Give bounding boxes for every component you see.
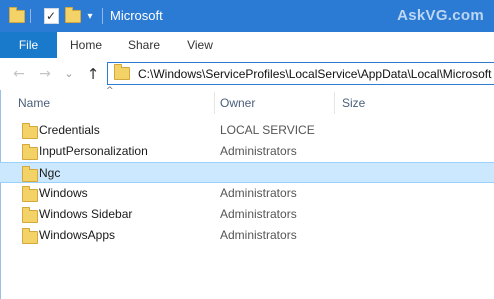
folder-icon: [22, 123, 38, 139]
folder-icon: [22, 186, 38, 202]
file-name: Ngc: [39, 166, 61, 180]
quick-access-divider: [30, 9, 31, 23]
address-path[interactable]: C:\Windows\ServiceProfiles\LocalService\…: [138, 67, 491, 81]
ribbon-tabs: File Home Share View: [0, 32, 494, 59]
column-headers: Name Owner Size: [0, 92, 494, 114]
recent-locations-chevron-icon[interactable]: ⌄: [62, 64, 76, 84]
file-row[interactable]: Windows Administrators: [0, 183, 494, 204]
customize-toolbar-arrow-icon[interactable]: ▾: [84, 7, 96, 25]
title-bar: ✓ ▾ Microsoft AskVG.com: [0, 0, 494, 32]
folder-icon: [22, 228, 38, 244]
file-name: Windows Sidebar: [39, 207, 133, 221]
column-divider[interactable]: [214, 92, 215, 114]
file-row[interactable]: InputPersonalization Administrators: [0, 141, 494, 162]
file-owner: Administrators: [220, 144, 297, 158]
file-row[interactable]: WindowsApps Administrators: [0, 225, 494, 246]
file-owner: Administrators: [220, 186, 297, 200]
back-arrow-icon[interactable]: ←: [10, 64, 28, 84]
tab-share[interactable]: Share: [118, 32, 170, 58]
folder-icon: [22, 166, 38, 182]
column-header-size[interactable]: Size: [342, 96, 365, 110]
up-arrow-icon[interactable]: ↑: [84, 64, 102, 84]
column-header-owner[interactable]: Owner: [220, 96, 255, 110]
address-bar[interactable]: C:\Windows\ServiceProfiles\LocalService\…: [107, 62, 494, 85]
tab-home[interactable]: Home: [61, 32, 111, 58]
file-row-selected[interactable]: Ngc: [0, 162, 494, 183]
folder-icon: [22, 144, 38, 160]
properties-check-icon[interactable]: ✓: [42, 7, 60, 25]
file-owner: Administrators: [220, 228, 297, 242]
file-name: Credentials: [39, 123, 100, 137]
file-owner: LOCAL SERVICE: [220, 123, 315, 137]
file-row[interactable]: Credentials LOCAL SERVICE: [0, 120, 494, 141]
address-folder-icon: [114, 64, 130, 80]
folder-icon: [22, 207, 38, 223]
file-name: WindowsApps: [39, 228, 116, 242]
file-name: InputPersonalization: [39, 144, 148, 158]
quick-access-folder-icon[interactable]: [8, 6, 26, 25]
column-divider[interactable]: [334, 92, 335, 114]
file-name: Windows: [39, 186, 88, 200]
navigation-bar: ← → ⌄ ↑ C:\Windows\ServiceProfiles\Local…: [0, 58, 494, 90]
new-folder-icon[interactable]: [64, 6, 82, 25]
tab-view[interactable]: View: [176, 32, 224, 58]
title-separator: [102, 8, 103, 24]
window-title: Microsoft: [110, 8, 163, 23]
file-row[interactable]: Windows Sidebar Administrators: [0, 204, 494, 225]
forward-arrow-icon[interactable]: →: [36, 64, 54, 84]
tab-file[interactable]: File: [0, 32, 57, 58]
column-header-name[interactable]: Name: [18, 96, 50, 110]
file-owner: Administrators: [220, 207, 297, 221]
watermark-text: AskVG.com: [397, 7, 484, 24]
